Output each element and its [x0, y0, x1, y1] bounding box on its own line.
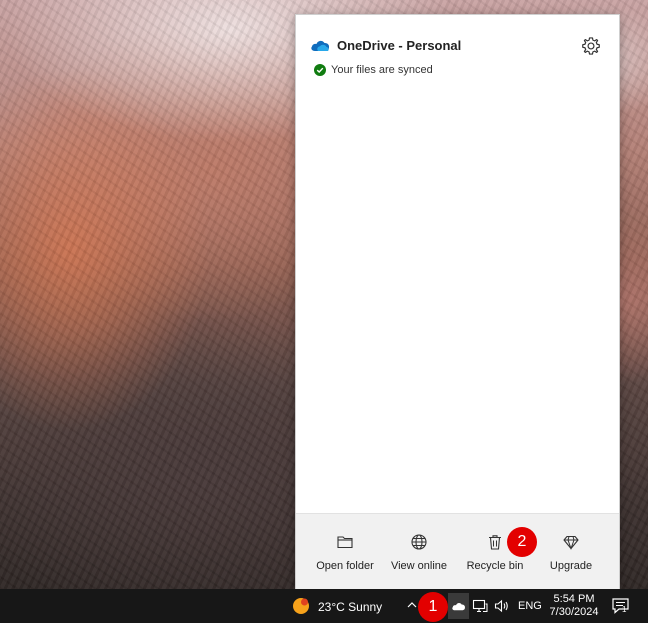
notification-count: 1 [622, 605, 627, 614]
onedrive-tray-icon [452, 603, 465, 611]
callout-marker-1: 1 [418, 592, 448, 622]
weather-sun-icon[interactable] [292, 597, 310, 615]
network-icon[interactable] [472, 599, 488, 613]
upgrade-button[interactable]: Upgrade [535, 522, 607, 582]
callout-marker-2: 2 [507, 527, 537, 557]
onedrive-flyout: OneDrive - Personal Your files are synce… [295, 14, 620, 590]
open-folder-button[interactable]: Open folder [309, 522, 381, 582]
globe-icon [411, 534, 427, 550]
sync-status: Your files are synced [314, 62, 433, 78]
view-online-label: View online [390, 560, 448, 572]
onedrive-title: OneDrive - Personal [337, 38, 462, 53]
open-folder-label: Open folder [316, 560, 374, 572]
view-online-button[interactable]: View online [383, 522, 455, 582]
notification-icon[interactable] [611, 597, 631, 615]
trash-icon [489, 535, 501, 550]
taskbar: 23°C Sunny ENG 5:54 PM 7/30/2024 1 [0, 589, 648, 623]
onedrive-cloud-icon [311, 40, 330, 51]
weather-text[interactable]: 23°C Sunny [318, 600, 382, 614]
chevron-up-icon[interactable] [406, 598, 418, 612]
language-indicator[interactable]: ENG [518, 600, 542, 612]
upgrade-label: Upgrade [549, 560, 593, 572]
status-text: Your files are synced [331, 64, 433, 76]
folder-icon [337, 536, 353, 549]
clock[interactable]: 5:54 PM 7/30/2024 [549, 593, 599, 619]
flyout-header: OneDrive - Personal Your files are synce… [296, 15, 619, 85]
recycle-bin-label: Recycle bin [466, 560, 524, 572]
onedrive-tray-button[interactable] [448, 593, 469, 619]
volume-icon[interactable] [494, 599, 510, 613]
gear-icon[interactable] [580, 35, 602, 57]
clock-date: 7/30/2024 [549, 606, 599, 618]
clock-time: 5:54 PM [553, 593, 595, 605]
diamond-icon [563, 535, 579, 551]
check-circle-icon [314, 64, 326, 76]
flyout-actions: Open folder View online Recycle bin Upgr… [296, 513, 619, 590]
